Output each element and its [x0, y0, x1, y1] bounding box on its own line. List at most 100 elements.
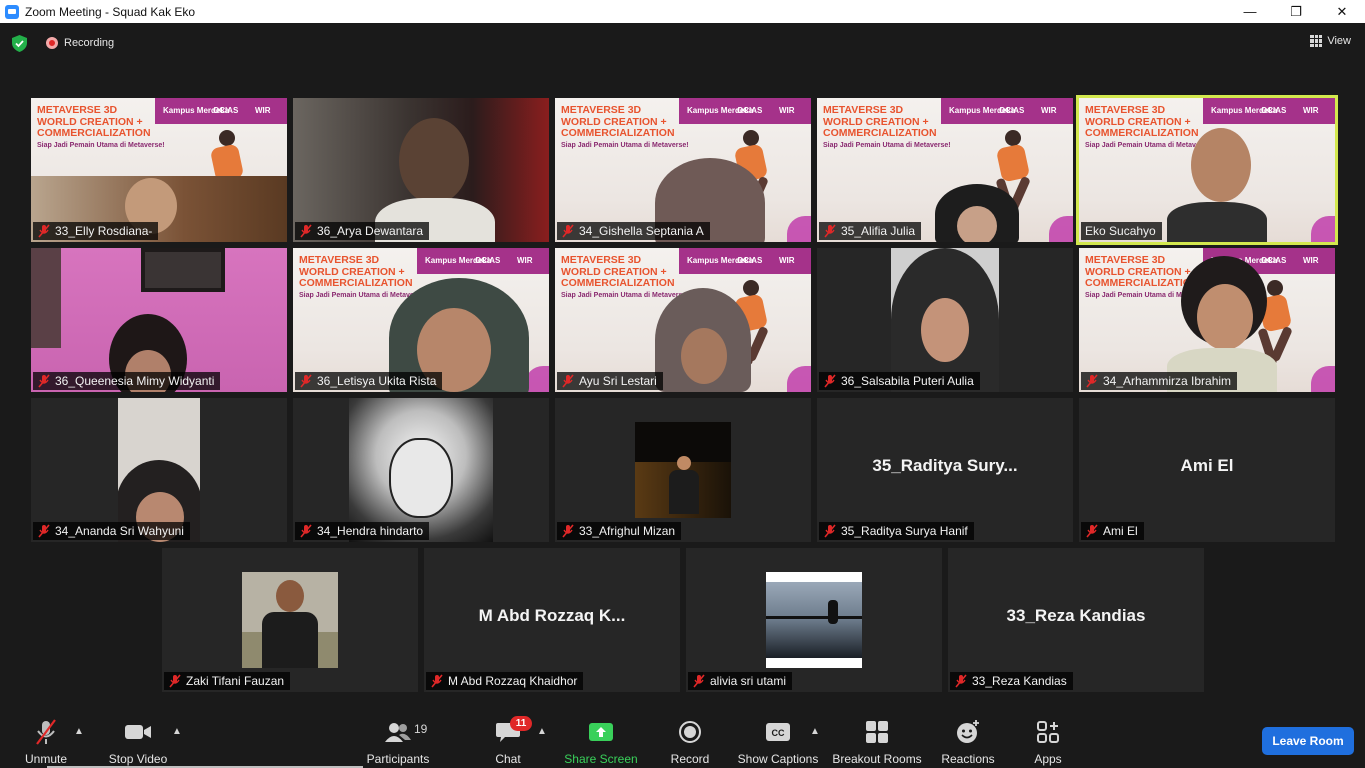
slide-subtitle: Siap Jadi Pemain Utama di Metaverse! — [823, 142, 951, 149]
video-tile[interactable]: Ami El Ami El — [1079, 398, 1335, 542]
participant-name-tag: 36_Arya Dewantara — [295, 222, 430, 240]
minimize-button[interactable]: — — [1227, 0, 1273, 23]
wall-frame — [141, 248, 225, 292]
muted-mic-icon — [693, 674, 705, 688]
participant-name-tag: 34_Hendra hindarto — [295, 522, 430, 540]
muted-microphone-icon — [36, 719, 56, 745]
video-tile[interactable]: 34_Hendra hindarto — [293, 398, 549, 542]
participant-name-tag: Ayu Sri Lestari — [557, 372, 663, 390]
video-tile[interactable]: Kampus MerdekaOCIASWIR METAVERSE 3DWORLD… — [31, 98, 287, 242]
muted-mic-icon — [38, 224, 50, 238]
slide-title: METAVERSE 3D WORLD CREATION + COMMERCIALIZ… — [1085, 104, 1199, 139]
participants-icon — [385, 723, 411, 742]
participant-name-tag: 34_Ananda Sri Wahyuni — [33, 522, 190, 540]
video-tile[interactable]: 33_Afrighul Mizan — [555, 398, 811, 542]
video-options-caret[interactable]: ▲ — [172, 726, 182, 737]
video-camera-icon — [125, 725, 151, 739]
muted-mic-icon — [300, 374, 312, 388]
muted-mic-icon — [300, 524, 312, 538]
participant-display-name: M Abd Rozzaq K... — [478, 606, 626, 625]
breakout-rooms-icon — [866, 721, 888, 743]
participant-name-tag: 33_Elly Rosdiana- — [33, 222, 159, 240]
video-tile[interactable]: alivia sri utami — [686, 548, 942, 692]
view-label: View — [1327, 35, 1351, 47]
audio-options-caret[interactable]: ▲ — [74, 726, 84, 737]
video-tile[interactable]: Kampus MerdekaOCIASWIR METAVERSE 3DWORLD… — [293, 248, 549, 392]
video-tile[interactable]: 36_Queenesia Mimy Widyanti — [31, 248, 287, 392]
participant-name-tag: 34_Arhammirza Ibrahim — [1081, 372, 1238, 390]
video-tile[interactable]: 33_Reza Kandias 33_Reza Kandias — [948, 548, 1204, 692]
muted-mic-icon — [824, 374, 836, 388]
video-tile[interactable]: 36_Arya Dewantara — [293, 98, 549, 242]
participant-name-tag: Zaki Tifani Fauzan — [164, 672, 291, 690]
meeting-toolbar: Unmute ▲ Stop Video ▲ 19 Participants 11 — [0, 700, 1365, 768]
slide-title: METAVERSE 3D WORLD CREATION + COMMERCIALIZ… — [823, 104, 937, 139]
profile-picture — [635, 422, 731, 518]
apps-icon — [1037, 721, 1059, 743]
wall-decoration — [31, 248, 61, 348]
participant-name-tag: 36_Letisya Ukita Rista — [295, 372, 443, 390]
window-controls: — ❐ ✕ — [1227, 0, 1365, 23]
muted-mic-icon — [562, 374, 574, 388]
video-tile[interactable]: Zaki Tifani Fauzan — [162, 548, 418, 692]
participant-display-name: 33_Reza Kandias — [1006, 606, 1146, 625]
slide-title: METAVERSE 3D WORLD CREATION + COMMERCIALIZ… — [561, 254, 675, 289]
video-tile[interactable]: 34_Ananda Sri Wahyuni — [31, 398, 287, 542]
recording-label: Recording — [64, 37, 115, 49]
window-title: Zoom Meeting - Squad Kak Eko — [25, 4, 196, 19]
muted-mic-icon — [169, 674, 181, 688]
recording-indicator[interactable]: Recording — [46, 37, 114, 49]
apps-button[interactable]: Apps — [1003, 718, 1093, 766]
participant-name-tag: Ami El — [1081, 522, 1144, 540]
participant-name-tag: 36_Salsabila Puteri Aulia — [819, 372, 980, 390]
video-tile-active-speaker[interactable]: Kampus Merdeka OCIAS WIR METAVERSE 3D WORLD… — [1076, 95, 1338, 245]
slide-title: METAVERSE 3D WORLD CREATION + COMMERCIALIZ… — [561, 104, 675, 139]
video-tile[interactable]: Kampus MerdekaOCIASWIR METAVERSE 3DWORLD… — [1079, 248, 1335, 392]
participant-name-tag: 34_Gishella Septania A — [557, 222, 710, 240]
reactions-button[interactable]: Reactions — [923, 718, 1013, 766]
record-button[interactable]: Record — [645, 718, 735, 766]
video-tile[interactable]: Kampus MerdekaOCIASWIR METAVERSE 3DWORLD… — [555, 98, 811, 242]
participant-display-name: Ami El — [1180, 456, 1234, 475]
stop-video-button[interactable]: Stop Video — [93, 718, 183, 766]
muted-mic-icon — [562, 224, 574, 238]
record-icon — [679, 721, 701, 743]
slide-subtitle: Siap Jadi Pemain Utama di Metaverse! — [561, 292, 689, 299]
security-shield-icon[interactable] — [12, 35, 27, 52]
grid-view-icon — [1310, 35, 1323, 47]
smiley-plus-icon — [957, 720, 979, 743]
video-tile[interactable]: 35_Raditya Sury... 35_Raditya Surya Hani… — [817, 398, 1073, 542]
video-tile[interactable]: M Abd Rozzaq K... M Abd Rozzaq Khaidhor — [424, 548, 680, 692]
restore-button[interactable]: ❐ — [1273, 0, 1319, 23]
profile-picture — [242, 572, 338, 668]
muted-mic-icon — [1086, 524, 1098, 538]
participant-video — [118, 398, 200, 542]
participant-name-tag: Eko Sucahyo — [1081, 222, 1162, 240]
muted-mic-icon — [431, 674, 443, 688]
closed-captions-icon: CC — [766, 723, 790, 741]
participant-name-tag: 33_Afrighul Mizan — [557, 522, 682, 540]
leave-room-button[interactable]: Leave Room — [1262, 727, 1354, 755]
participant-display-name: 35_Raditya Sury... — [872, 456, 1018, 475]
participants-button[interactable]: 19 Participants — [353, 718, 443, 766]
participant-name-tag: M Abd Rozzaq Khaidhor — [426, 672, 584, 690]
video-tile[interactable]: Kampus MerdekaOCIASWIR METAVERSE 3DWORLD… — [817, 98, 1073, 242]
muted-mic-icon — [824, 224, 836, 238]
participant-name-tag: 35_Alifia Julia — [819, 222, 922, 240]
video-tile[interactable]: Kampus MerdekaOCIASWIR METAVERSE 3DWORLD… — [555, 248, 811, 392]
video-tile[interactable]: 36_Salsabila Puteri Aulia — [817, 248, 1073, 392]
captions-options-caret[interactable]: ▲ — [810, 726, 820, 737]
view-button[interactable]: View — [1310, 35, 1351, 47]
slide-subtitle: Siap Jadi Pemain Utama di Metaverse! — [37, 142, 165, 149]
zoom-app-icon — [5, 4, 19, 19]
muted-mic-icon — [300, 224, 312, 238]
share-screen-button[interactable]: Share Screen — [556, 718, 646, 766]
meeting-top-bar: Recording View — [0, 23, 1365, 63]
chat-unread-badge: 11 — [510, 716, 532, 731]
profile-picture — [349, 398, 493, 542]
close-button[interactable]: ✕ — [1319, 0, 1365, 23]
chat-options-caret[interactable]: ▲ — [537, 726, 547, 737]
breakout-rooms-button[interactable]: Breakout Rooms — [832, 718, 922, 766]
muted-mic-icon — [1086, 374, 1098, 388]
muted-mic-icon — [824, 524, 836, 538]
